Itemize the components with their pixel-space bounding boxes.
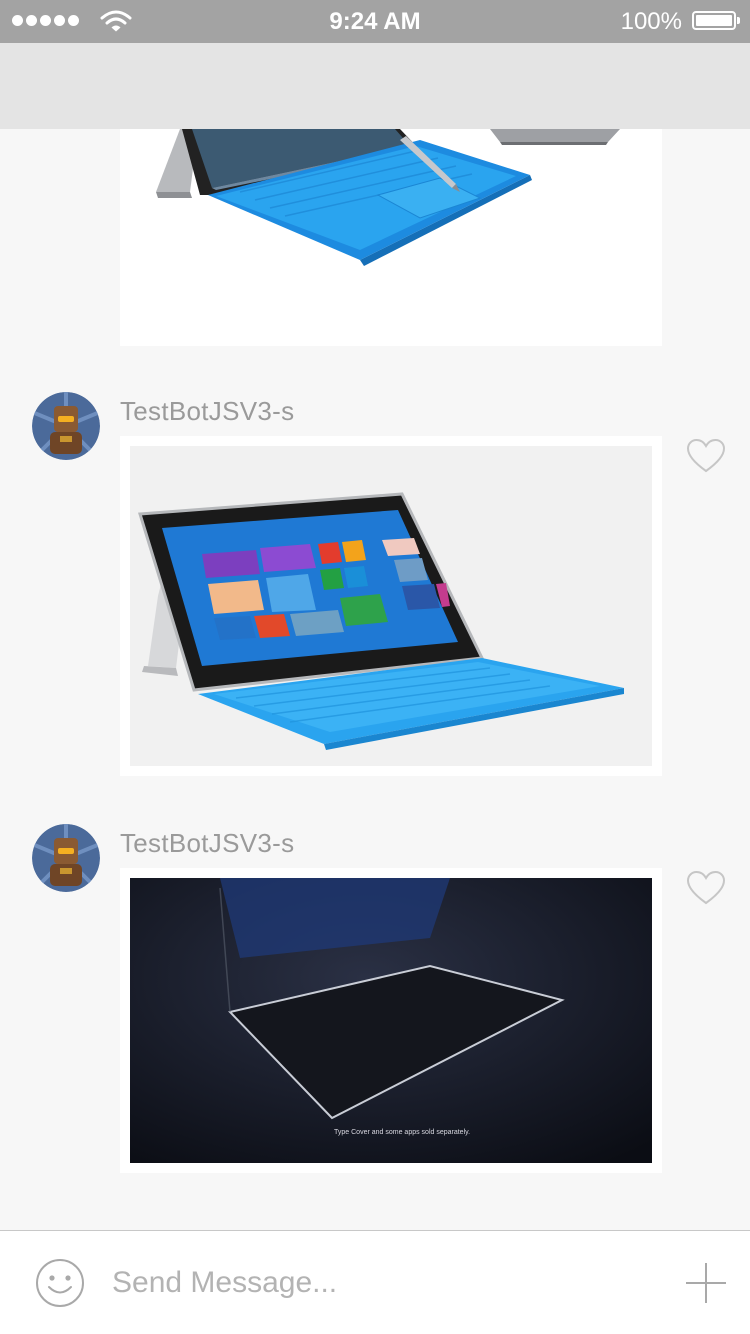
battery-percentage: 100% (620, 8, 682, 35)
message-image[interactable] (120, 100, 662, 346)
status-bar: 9:24 AM 100% (0, 0, 750, 43)
message-image-card[interactable]: Type Cover and some apps sold separately… (120, 868, 662, 1173)
avatar[interactable] (32, 392, 100, 460)
sender-name: TestBotJSV3-s (120, 828, 295, 858)
message-image[interactable]: Type Cover and some apps sold separately… (130, 878, 652, 1163)
message-image-card[interactable] (120, 100, 662, 346)
smiley-icon[interactable] (34, 1257, 86, 1309)
message-composer (0, 1230, 750, 1334)
sender-name: TestBotJSV3-s (120, 396, 295, 426)
message-input[interactable] (112, 1261, 652, 1305)
navigation-bar (0, 43, 750, 129)
chat-screen: 9:24 AM 100% TestBotJSV3-s TestBotJSV3-s… (0, 0, 750, 1334)
plus-icon[interactable] (684, 1261, 728, 1305)
message-image-card[interactable] (120, 436, 662, 776)
heart-icon[interactable] (686, 870, 726, 906)
heart-icon[interactable] (686, 438, 726, 474)
avatar[interactable] (32, 824, 100, 892)
image-caption: Type Cover and some apps sold separately… (334, 1129, 470, 1136)
message-image[interactable] (130, 446, 652, 766)
battery-icon (692, 11, 740, 30)
